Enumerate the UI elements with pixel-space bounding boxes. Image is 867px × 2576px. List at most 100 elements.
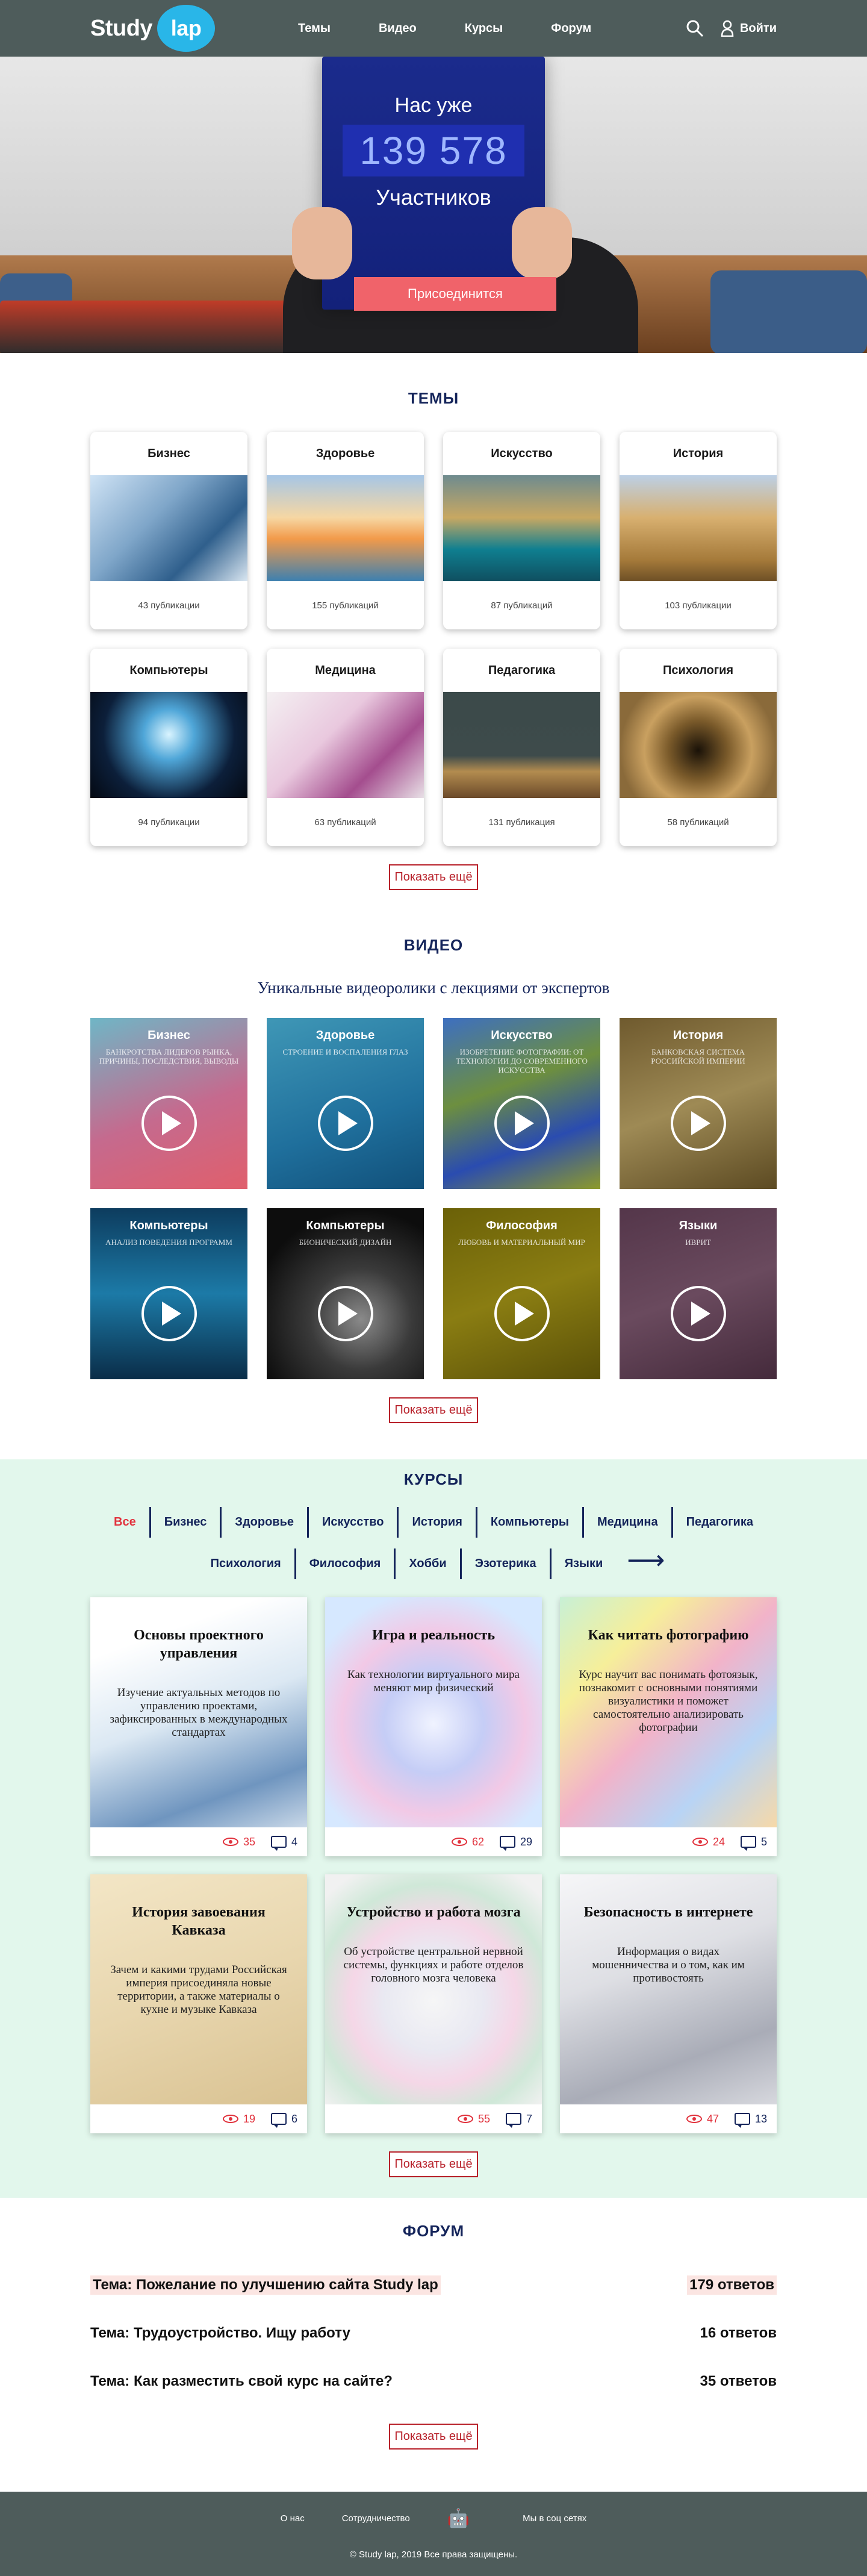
footer-about[interactable]: О нас bbox=[281, 2513, 305, 2524]
filter-medicine[interactable]: Медицина bbox=[582, 1507, 671, 1538]
filter-philosophy[interactable]: Философия bbox=[294, 1548, 394, 1579]
nav-forum[interactable]: Форум bbox=[551, 22, 591, 36]
courses-section: КУРСЫ Все Бизнес Здоровье Искусство Исто… bbox=[0, 1459, 867, 2198]
course-comments: 6 bbox=[291, 2112, 297, 2125]
logo[interactable]: Study lap bbox=[90, 5, 216, 52]
course-views: 62 bbox=[471, 1835, 484, 1848]
course-title: Устройство и работа мозга bbox=[346, 1904, 521, 1920]
course-card[interactable]: Безопасность в интернете Информация о ви… bbox=[560, 1874, 777, 2133]
courses-grid: Основы проектного управления Изучение ак… bbox=[90, 1597, 777, 2133]
forum-row[interactable]: Тема: Пожелание по улучшению сайта Study… bbox=[90, 2261, 777, 2309]
course-card[interactable]: Как читать фотографию Курс научит вас по… bbox=[560, 1597, 777, 1856]
course-comments: 29 bbox=[520, 1835, 532, 1848]
play-icon[interactable] bbox=[141, 1286, 197, 1341]
topic-card[interactable]: Бизнес 43 публикации bbox=[90, 432, 247, 629]
topic-name: История bbox=[673, 446, 724, 460]
topic-card[interactable]: Медицина 63 публикаций bbox=[267, 649, 424, 846]
hero-banner: Нас уже 139 578 Участников Присоединится bbox=[0, 57, 867, 353]
filter-all[interactable]: Все bbox=[101, 1507, 149, 1538]
topic-name: Здоровье bbox=[315, 446, 375, 460]
course-views: 24 bbox=[712, 1835, 725, 1848]
forum-topic[interactable]: Тема: Трудоустройство. Ищу работу bbox=[90, 2325, 350, 2342]
login-link[interactable]: Войти bbox=[721, 20, 777, 37]
play-icon[interactable] bbox=[494, 1286, 550, 1341]
forum-answers: 179 ответов bbox=[687, 2275, 777, 2295]
forum-more-button[interactable]: Показать ещё bbox=[389, 2424, 478, 2450]
topics-grid: Бизнес 43 публикации Здоровье 155 публик… bbox=[90, 432, 777, 846]
play-icon[interactable] bbox=[494, 1096, 550, 1151]
play-icon[interactable] bbox=[317, 1286, 373, 1341]
forum-topic[interactable]: Тема: Как разместить свой курс на сайте? bbox=[90, 2373, 393, 2390]
forum-row[interactable]: Тема: Как разместить свой курс на сайте?… bbox=[90, 2357, 777, 2406]
filter-hobby[interactable]: Хобби bbox=[394, 1548, 459, 1579]
comment-icon bbox=[734, 2113, 750, 2128]
site-header: Study lap Темы Видео Курсы Форум Войти bbox=[0, 0, 867, 57]
play-icon[interactable] bbox=[141, 1096, 197, 1151]
nav-topics[interactable]: Темы bbox=[298, 22, 331, 36]
topic-count: 103 публикации bbox=[665, 600, 732, 611]
nav-video[interactable]: Видео bbox=[379, 22, 417, 36]
videos-more-button[interactable]: Показать ещё bbox=[389, 1397, 478, 1423]
video-desc: Любовь и материальный мир bbox=[458, 1238, 585, 1247]
footer-social[interactable]: Мы в соц сетях bbox=[523, 2513, 586, 2524]
forum-topic[interactable]: Тема: Пожелание по улучшению сайта Study… bbox=[90, 2275, 441, 2295]
search-icon[interactable] bbox=[686, 19, 704, 37]
video-card[interactable]: Компьютеры Бионический дизайн bbox=[267, 1208, 424, 1379]
site-footer: О нас Сотрудничество 🤖 Мы в соц сетях © … bbox=[0, 2492, 867, 2576]
topic-image bbox=[267, 692, 424, 798]
comment-icon bbox=[270, 1836, 287, 1851]
course-comments: 5 bbox=[760, 1835, 767, 1848]
topic-card[interactable]: Педагогика 131 публикация bbox=[443, 649, 600, 846]
forum-row[interactable]: Тема: Трудоустройство. Ищу работу 16 отв… bbox=[90, 2309, 777, 2357]
video-card[interactable]: Искусство Изобретение фотографии: от тех… bbox=[443, 1018, 600, 1189]
topic-image bbox=[90, 475, 247, 581]
course-desc: Об устройстве центральной нервной систем… bbox=[343, 1945, 524, 1985]
filter-pedagogy[interactable]: Педагогика bbox=[671, 1507, 766, 1538]
hero-subtitle: Нас уже bbox=[394, 94, 473, 117]
topic-card[interactable]: Искусство 87 публикаций bbox=[443, 432, 600, 629]
play-icon[interactable] bbox=[670, 1096, 726, 1151]
topic-image bbox=[620, 692, 777, 798]
course-card[interactable]: Устройство и работа мозга Об устройстве … bbox=[325, 1874, 542, 2133]
arrow-right-icon[interactable]: ⟶ bbox=[622, 1547, 670, 1579]
nav-courses[interactable]: Курсы bbox=[465, 22, 503, 36]
topics-more-button[interactable]: Показать ещё bbox=[389, 864, 478, 890]
topic-card[interactable]: Компьютеры 94 публикации bbox=[90, 649, 247, 846]
filter-psychology[interactable]: Психология bbox=[197, 1548, 294, 1579]
video-desc: Изобретение фотографии: от технологии до… bbox=[456, 1047, 588, 1074]
filter-computers[interactable]: Компьютеры bbox=[475, 1507, 582, 1538]
topic-count: 63 публикаций bbox=[314, 817, 376, 828]
footer-cooperation[interactable]: Сотрудничество bbox=[342, 2513, 410, 2524]
videos-title: ВИДЕО bbox=[403, 936, 464, 954]
android-icon[interactable]: 🤖 bbox=[447, 2508, 470, 2529]
play-icon[interactable] bbox=[317, 1096, 373, 1151]
video-card[interactable]: Здоровье Строение и воспаления глаз bbox=[267, 1018, 424, 1189]
video-title: Бизнес bbox=[148, 1029, 190, 1042]
topic-card[interactable]: Психология 58 публикаций bbox=[620, 649, 777, 846]
filter-art[interactable]: Искусство bbox=[307, 1507, 397, 1538]
filter-esoterics[interactable]: Эзотерика bbox=[459, 1548, 550, 1579]
topic-card[interactable]: История 103 публикации bbox=[620, 432, 777, 629]
topic-count: 94 публикации bbox=[138, 817, 200, 828]
video-card[interactable]: История Банковская система Российской им… bbox=[620, 1018, 777, 1189]
forum-answers: 16 ответов bbox=[700, 2325, 777, 2341]
video-card[interactable]: Философия Любовь и материальный мир bbox=[443, 1208, 600, 1379]
play-icon[interactable] bbox=[670, 1286, 726, 1341]
filter-history[interactable]: История bbox=[397, 1507, 475, 1538]
members-label: Участников bbox=[376, 185, 491, 210]
filter-health[interactable]: Здоровье bbox=[220, 1507, 307, 1538]
course-card[interactable]: Игра и реальность Как технологии виртуал… bbox=[325, 1597, 542, 1856]
course-card[interactable]: История завоевания Кавказа Зачем и каким… bbox=[90, 1874, 307, 2133]
filter-languages[interactable]: Языки bbox=[549, 1548, 617, 1579]
topic-card[interactable]: Здоровье 155 публикаций bbox=[267, 432, 424, 629]
videos-section: ВИДЕО Уникальные видеоролики с лекциями … bbox=[0, 890, 867, 1423]
courses-more-button[interactable]: Показать ещё bbox=[389, 2151, 478, 2177]
video-card[interactable]: Компьютеры Анализ поведения программ bbox=[90, 1208, 247, 1379]
video-card[interactable]: Бизнес Банкротства лидеров рынка, причин… bbox=[90, 1018, 247, 1189]
join-button[interactable]: Присоединится bbox=[354, 277, 556, 311]
course-card[interactable]: Основы проектного управления Изучение ак… bbox=[90, 1597, 307, 1856]
course-title: Как читать фотографию bbox=[588, 1627, 749, 1643]
video-card[interactable]: Языки Иврит bbox=[620, 1208, 777, 1379]
eye-icon bbox=[686, 2115, 702, 2123]
filter-business[interactable]: Бизнес bbox=[149, 1507, 220, 1538]
